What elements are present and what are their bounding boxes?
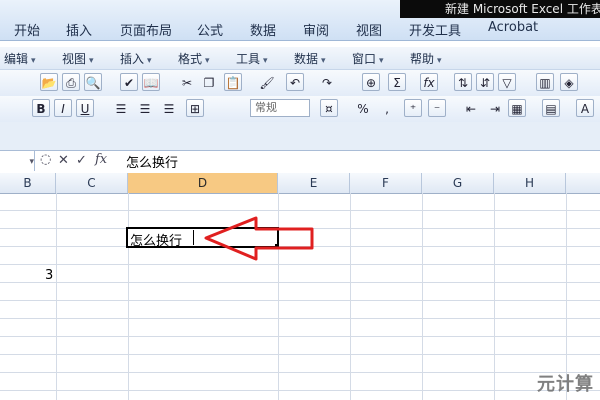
research-icon[interactable]: 📖	[142, 73, 160, 91]
chevron-down-icon: ▾	[379, 56, 384, 66]
sort-descending-icon[interactable]: ⇵	[476, 73, 494, 91]
formula-input[interactable]: 怎么换行	[126, 152, 178, 171]
tab-acrobat[interactable]: Acrobat	[488, 20, 538, 35]
column-header-d[interactable]: D	[128, 173, 278, 193]
menu-insert-label: 插入	[120, 52, 145, 66]
chevron-down-icon: ▾	[147, 56, 152, 66]
percent-button[interactable]: %	[354, 99, 372, 117]
worksheet-grid[interactable]	[0, 193, 600, 400]
comma-style-button[interactable]: ,	[378, 99, 396, 117]
filter-icon[interactable]: ▽	[498, 73, 516, 91]
menu-help-label: 帮助	[410, 52, 435, 66]
sort-ascending-icon[interactable]: ⇅	[454, 73, 472, 91]
menu-format[interactable]: 格式 ▾	[178, 50, 210, 67]
menu-view-label: 视图	[62, 52, 87, 66]
currency-icon[interactable]: ¤	[320, 99, 338, 117]
column-headers: B C D E F G H	[0, 173, 600, 194]
menu-tools-label: 工具	[236, 52, 261, 66]
redo-icon[interactable]: ↷	[318, 73, 336, 91]
bold-button[interactable]: B	[32, 99, 50, 117]
insert-function-formula-button[interactable]: fx	[95, 152, 107, 167]
underline-button[interactable]: U	[76, 99, 94, 117]
cancel-edit-button[interactable]: ✕	[58, 153, 69, 168]
confirm-edit-button[interactable]: ✓	[76, 153, 87, 168]
column-header-h[interactable]: H	[494, 173, 566, 193]
format-painter-icon[interactable]: 🖌	[258, 73, 276, 91]
spelling-icon[interactable]: ✔	[120, 73, 138, 91]
number-format-select[interactable]: 常规	[250, 99, 310, 117]
insert-function-button[interactable]: fx	[420, 73, 438, 91]
standard-toolbar: 📂 ⎙ 🔍 ✔ 📖 ✂ ❐ 📋 🖌 ↶ ↷ ⊕ Σ fx ⇅ ⇵ ▽ ▥ ◈	[0, 70, 600, 97]
italic-button[interactable]: I	[54, 99, 72, 117]
chart-icon[interactable]: ▥	[536, 73, 554, 91]
chevron-down-icon: ▾	[205, 56, 210, 66]
tab-page-layout[interactable]: 页面布局	[120, 20, 172, 39]
open-folder-icon[interactable]: 📂	[40, 73, 58, 91]
menu-edit[interactable]: 编辑 ▾	[4, 50, 36, 67]
menu-view[interactable]: 视图 ▾	[62, 50, 94, 67]
tab-review[interactable]: 审阅	[303, 20, 329, 39]
chevron-down-icon: ▾	[263, 56, 268, 66]
menu-insert[interactable]: 插入 ▾	[120, 50, 152, 67]
chevron-down-icon: ▾	[321, 56, 326, 66]
borders-icon[interactable]: ▦	[508, 99, 526, 117]
menu-data[interactable]: 数据 ▾	[294, 50, 326, 67]
font-color-icon[interactable]: A	[576, 99, 594, 117]
window-title: 新建 Microsoft Excel 工作表.xlsx	[400, 0, 600, 18]
formatting-toolbar: B I U ☰ ☰ ☰ ⊞ 常规 ¤ % , ⁺ ⁻ ⇤ ⇥ ▦ ▤ A	[0, 96, 600, 123]
cell-d-edit-text: 怎么换行	[130, 234, 183, 249]
menu-format-label: 格式	[178, 52, 203, 66]
tab-home[interactable]: 开始	[14, 20, 40, 39]
paste-icon[interactable]: 📋	[224, 73, 242, 91]
tab-view[interactable]: 视图	[356, 20, 382, 39]
column-header-f[interactable]: F	[350, 173, 422, 193]
chevron-down-icon: ▾	[437, 56, 442, 66]
menu-tools[interactable]: 工具 ▾	[236, 50, 268, 67]
print-preview-icon[interactable]: 🔍	[84, 73, 102, 91]
menu-bar: 编辑 ▾ 视图 ▾ 插入 ▾ 格式 ▾ 工具 ▾ 数据 ▾ 窗口 ▾ 帮助 ▾	[0, 47, 600, 70]
menu-help[interactable]: 帮助 ▾	[410, 50, 442, 67]
circle-icon: ◌	[40, 152, 52, 167]
name-box[interactable]: ▾	[0, 151, 35, 171]
align-right-icon[interactable]: ☰	[160, 99, 178, 117]
tab-developer[interactable]: 开发工具	[409, 20, 461, 39]
menu-window[interactable]: 窗口 ▾	[352, 50, 384, 67]
menu-window-label: 窗口	[352, 52, 377, 66]
increase-decimal-icon[interactable]: ⁺	[404, 99, 422, 117]
text-cursor	[193, 230, 194, 245]
column-header-e[interactable]: E	[278, 173, 350, 193]
undo-icon[interactable]: ↶	[286, 73, 304, 91]
fill-color-icon[interactable]: ▤	[542, 99, 560, 117]
cell-b-value: 3	[45, 268, 54, 283]
hyperlink-icon[interactable]: ⊕	[362, 73, 380, 91]
formula-bar: ▾ ◌ ✕ ✓ fx 怎么换行	[0, 150, 600, 174]
watermark-text: 元计算	[537, 374, 594, 395]
tab-data[interactable]: 数据	[250, 20, 276, 39]
autosum-button[interactable]: Σ	[388, 73, 406, 91]
increase-indent-icon[interactable]: ⇥	[486, 99, 504, 117]
copy-icon[interactable]: ❐	[200, 73, 218, 91]
column-header-c[interactable]: C	[56, 173, 128, 193]
decrease-decimal-icon[interactable]: ⁻	[428, 99, 446, 117]
cut-icon[interactable]: ✂	[178, 73, 196, 91]
tab-insert[interactable]: 插入	[66, 20, 92, 39]
menu-data-label: 数据	[294, 52, 319, 66]
merge-center-icon[interactable]: ⊞	[186, 99, 204, 117]
print-icon[interactable]: ⎙	[62, 73, 80, 91]
drawing-icon[interactable]: ◈	[560, 73, 578, 91]
align-center-icon[interactable]: ☰	[136, 99, 154, 117]
ribbon-spacer	[0, 122, 600, 150]
chevron-down-icon: ▾	[31, 56, 36, 66]
menu-edit-label: 编辑	[4, 52, 29, 66]
chevron-down-icon: ▾	[29, 157, 34, 167]
chevron-down-icon: ▾	[89, 56, 94, 66]
column-header-b[interactable]: B	[0, 173, 56, 193]
align-left-icon[interactable]: ☰	[112, 99, 130, 117]
tab-formulas[interactable]: 公式	[197, 20, 223, 39]
decrease-indent-icon[interactable]: ⇤	[462, 99, 480, 117]
column-header-g[interactable]: G	[422, 173, 494, 193]
